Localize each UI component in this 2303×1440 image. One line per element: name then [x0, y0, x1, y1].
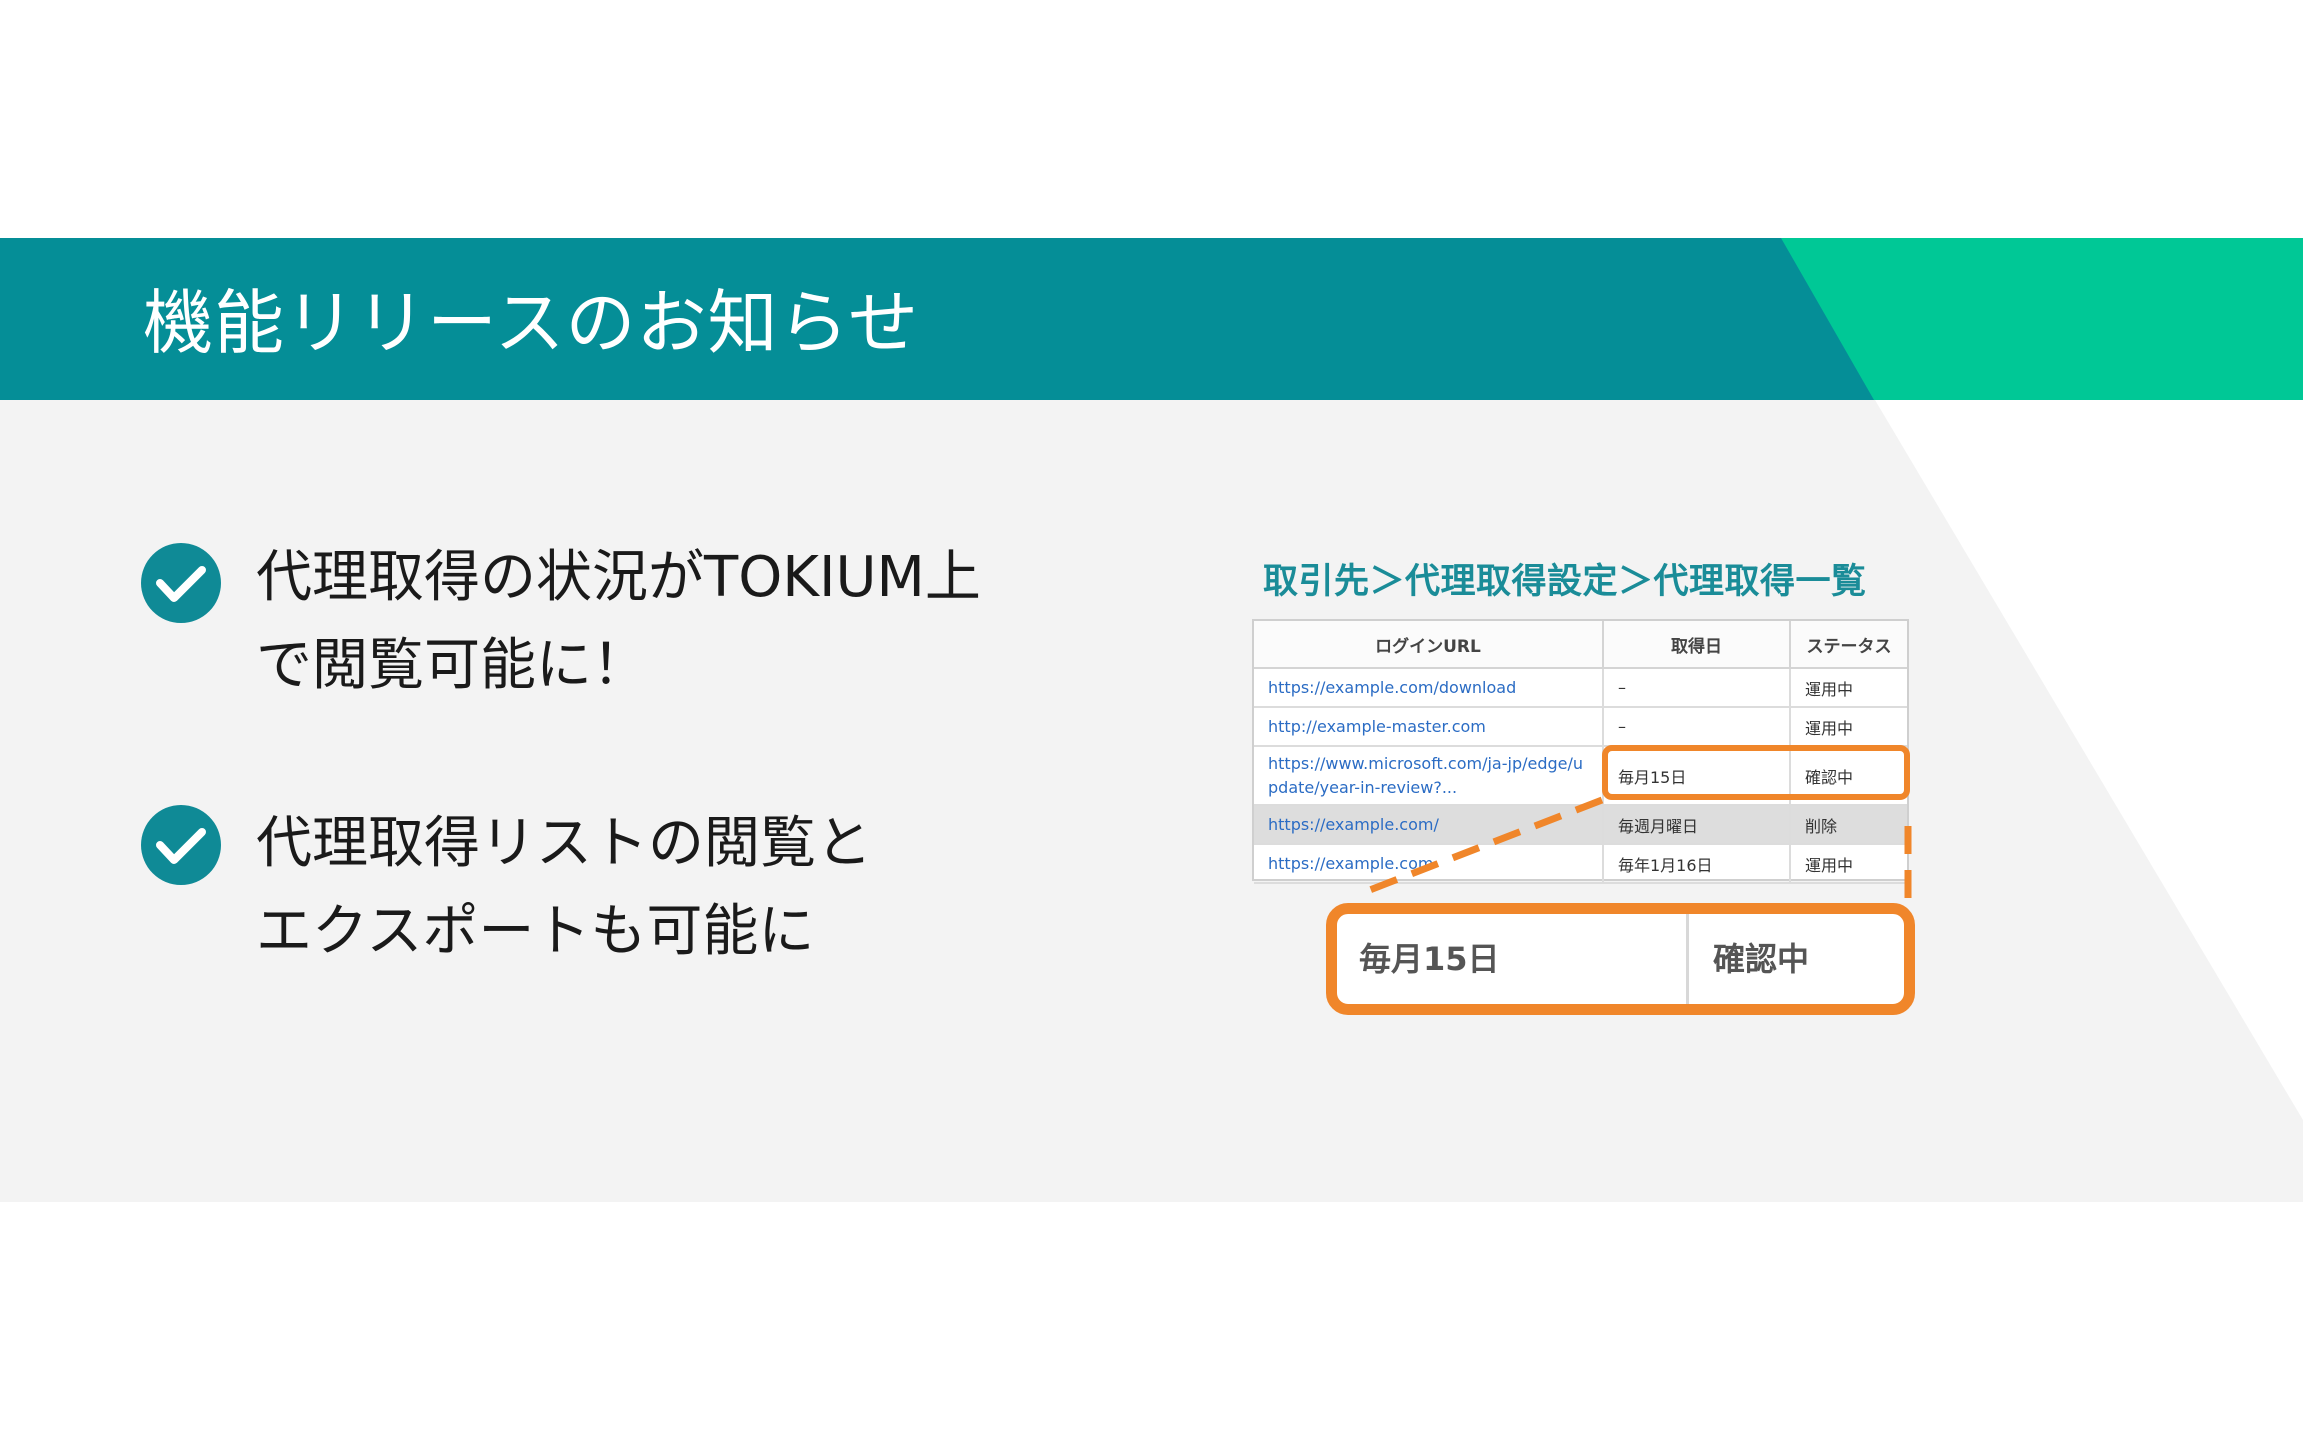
zoom-divider	[1686, 914, 1689, 1004]
column-header-date: 取得日	[1603, 621, 1791, 669]
zoom-status: 確認中	[1713, 940, 1810, 978]
column-header-login-url: ログインURL	[1254, 621, 1604, 669]
row-date: 毎週月曜日	[1603, 805, 1791, 845]
breadcrumb: 取引先＞代理取得設定＞代理取得一覧	[1263, 562, 1867, 602]
page-title: 機能リリースのお知らせ	[143, 282, 920, 364]
table-row: https://example.com 毎年1月16日 運用中	[1254, 844, 1907, 884]
zoom-callout: 毎月15日 確認中	[1326, 903, 1915, 1015]
table-row: https://example.com/ 毎週月曜日 削除	[1254, 805, 1907, 845]
row-url: https://www.microsoft.com/ja-jp/edge/upd…	[1254, 746, 1604, 806]
row-url: https://example.com/	[1254, 805, 1604, 845]
check-circle-icon	[141, 543, 221, 623]
row-url: https://example.com/download	[1254, 668, 1604, 708]
table-row: http://example-master.com – 運用中	[1254, 707, 1907, 747]
bullet-2-line-2: エクスポートも可能に	[256, 899, 815, 964]
row-status: 運用中	[1790, 844, 1907, 884]
table-row: https://example.com/download – 運用中	[1254, 668, 1907, 708]
row-status: 運用中	[1790, 707, 1907, 747]
row-status: 削除	[1790, 805, 1907, 845]
highlight-box	[1602, 745, 1910, 800]
table-header-row: ログインURL 取得日 ステータス	[1254, 621, 1907, 669]
column-header-status: ステータス	[1790, 621, 1907, 669]
bullet-1-line-2: で閲覧可能に！	[256, 633, 648, 698]
slide: 機能リリースのお知らせ 代理取得の状況がTOKIUM上 で閲覧可能に！ 代理取得…	[0, 0, 2303, 1440]
row-date: 毎年1月16日	[1603, 844, 1791, 884]
row-url: http://example-master.com	[1254, 707, 1604, 747]
row-status: 運用中	[1790, 668, 1907, 708]
row-date: –	[1603, 668, 1791, 708]
zoom-date: 毎月15日	[1359, 940, 1500, 978]
bullet-2-line-1: 代理取得リストの閲覧と	[256, 811, 872, 876]
bullet-1-line-1: 代理取得の状況がTOKIUM上	[256, 545, 981, 610]
row-date: –	[1603, 707, 1791, 747]
check-circle-icon	[141, 805, 221, 885]
row-url: https://example.com	[1254, 844, 1604, 884]
